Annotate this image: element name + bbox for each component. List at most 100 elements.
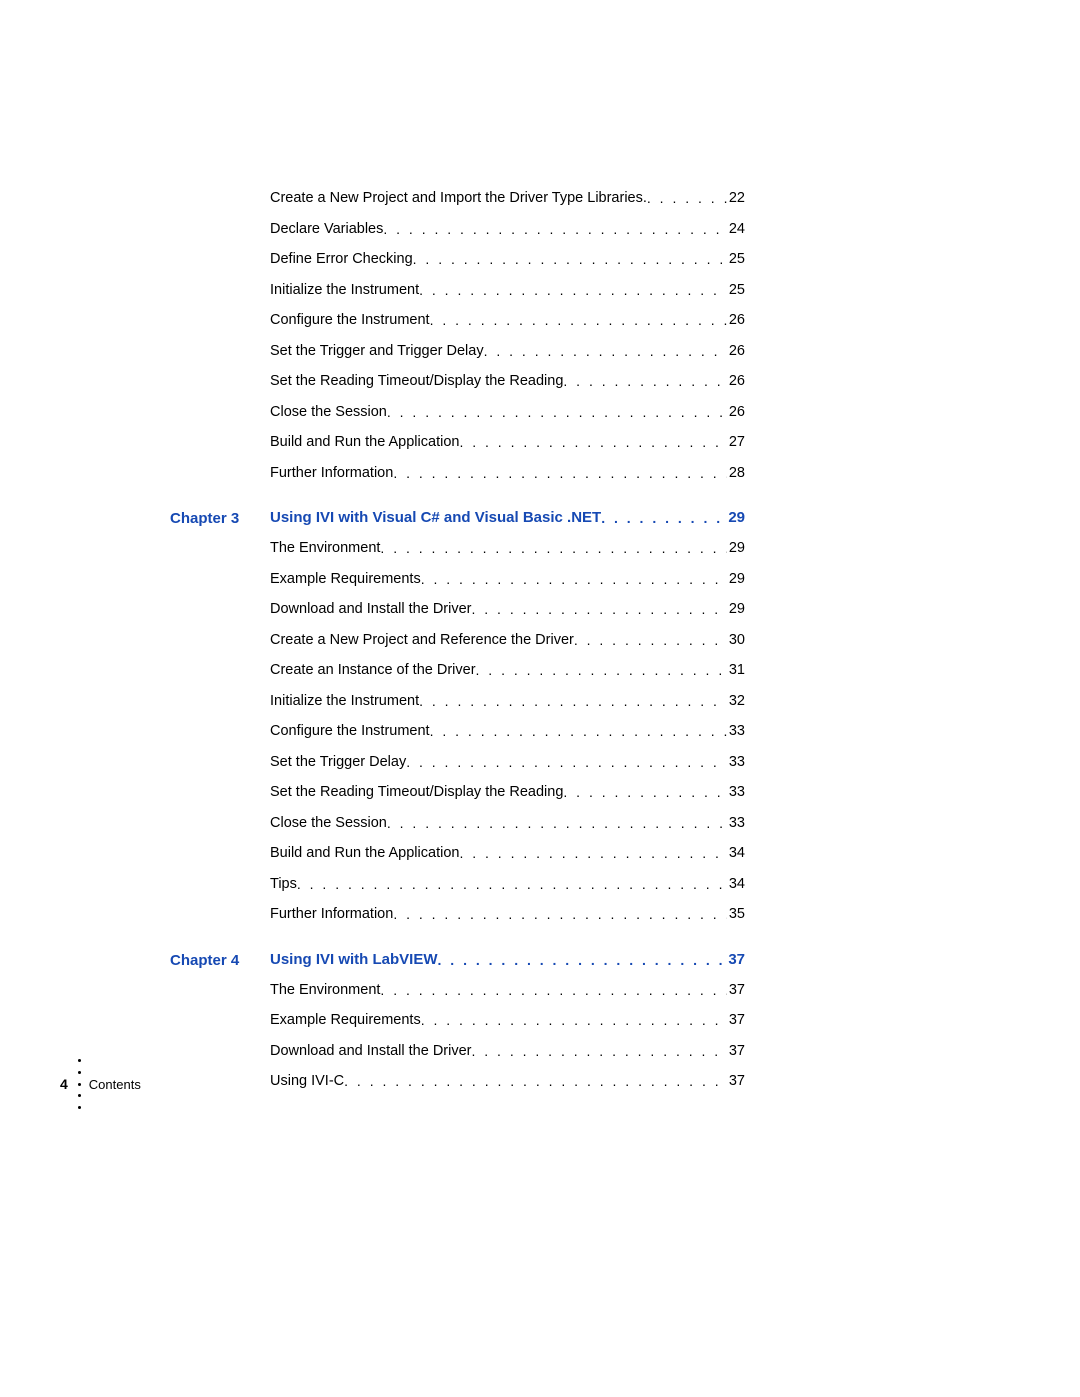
toc-entry-title: Build and Run the Application xyxy=(270,435,459,450)
toc-entry-page: 26 xyxy=(727,313,745,328)
toc-entry[interactable]: Set the Reading Timeout/Display the Read… xyxy=(270,784,745,800)
leader-dots: . . . . . . . . . . . . . . . . . . . . … xyxy=(484,344,727,358)
leader-dots: . . . . . . . . . . . . . . . . . . . . … xyxy=(380,983,726,997)
chapter-title: Using IVI with Visual C# and Visual Basi… xyxy=(270,510,601,525)
leader-dots: . . . . . . . . . . . . . . . . . . . . … xyxy=(574,633,727,647)
toc-entry-page: 26 xyxy=(727,374,745,389)
toc-entry[interactable]: Initialize the Instrument . . . . . . . … xyxy=(270,282,745,298)
toc-entry-page: 29 xyxy=(727,602,745,617)
toc-entry-title: Initialize the Instrument xyxy=(270,283,419,298)
toc-entry-title: Download and Install the Driver xyxy=(270,602,472,617)
leader-dots: . . . . . . . . . . . . . . . . . . . . … xyxy=(472,1044,727,1058)
chapter-page: 37 xyxy=(726,952,745,967)
toc-entry-page: 37 xyxy=(727,1074,745,1089)
toc-entry[interactable]: Set the Reading Timeout/Display the Read… xyxy=(270,373,745,389)
toc-entry-title: Close the Session xyxy=(270,405,387,420)
leader-dots: . . . . . . . . . . . . . . . . . . . . … xyxy=(406,755,727,769)
toc-entry-page: 32 xyxy=(727,694,745,709)
leader-dots: . . . . . . . . . . . . . . . . . . . . … xyxy=(344,1074,727,1088)
toc-entry-title: Close the Session xyxy=(270,816,387,831)
vertical-dots-icon xyxy=(78,1059,81,1109)
toc-entry-title: Create a New Project and Import the Driv… xyxy=(270,191,647,206)
toc-entry-title: Further Information xyxy=(270,907,393,922)
toc-entry-page: 22 xyxy=(727,191,745,206)
footer-label: Contents xyxy=(89,1077,141,1092)
toc-entry[interactable]: Create a New Project and Reference the D… xyxy=(270,632,745,648)
leader-dots: . . . . . . . . . . . . . . . . . . . . … xyxy=(387,816,727,830)
toc-entry-page: 31 xyxy=(727,663,745,678)
toc-entry[interactable]: Create an Instance of the Driver . . . .… xyxy=(270,662,745,678)
toc-entry[interactable]: Configure the Instrument . . . . . . . .… xyxy=(270,723,745,739)
leader-dots: . . . . . . . . . . . . . . . . . . . . … xyxy=(419,283,727,297)
toc-entry[interactable]: Example Requirements . . . . . . . . . .… xyxy=(270,1012,745,1028)
toc-entry[interactable]: Example Requirements . . . . . . . . . .… xyxy=(270,571,745,587)
leader-dots: . . . . . . . . . . . . . . . . . . . . … xyxy=(459,435,726,449)
toc-entry[interactable]: Download and Install the Driver . . . . … xyxy=(270,1043,745,1059)
toc-entry-title: Create an Instance of the Driver xyxy=(270,663,476,678)
leader-dots: . . . . . . . . . . . . . . . . . . . . … xyxy=(383,222,726,236)
leader-dots: . . . . . . . . . . . . . . . . . . . . … xyxy=(601,511,726,525)
toc-entry[interactable]: Close the Session . . . . . . . . . . . … xyxy=(270,404,745,420)
toc-entry[interactable]: Using IVI-C . . . . . . . . . . . . . . … xyxy=(270,1073,745,1089)
toc-entry[interactable]: Set the Trigger and Trigger Delay . . . … xyxy=(270,343,745,359)
toc-entry[interactable]: Further Information . . . . . . . . . . … xyxy=(270,906,745,922)
chapter-heading-row[interactable]: Using IVI with Visual C# and Visual Basi… xyxy=(270,510,745,525)
toc-entry[interactable]: Create a New Project and Import the Driv… xyxy=(270,190,745,206)
toc-entry-title: Example Requirements xyxy=(270,572,421,587)
leader-dots: . . . . . . . . . . . . . . . . . . . . … xyxy=(380,541,726,555)
toc-entry[interactable]: Tips . . . . . . . . . . . . . . . . . .… xyxy=(270,876,745,892)
toc-entry-title: Download and Install the Driver xyxy=(270,1044,472,1059)
chapter-page: 29 xyxy=(726,510,745,525)
toc-entry-title: Configure the Instrument xyxy=(270,313,430,328)
leader-dots: . . . . . . . . . . . . . . . . . . . . … xyxy=(387,405,727,419)
toc-entry-page: 37 xyxy=(727,983,745,998)
toc-entry-title: Set the Trigger and Trigger Delay xyxy=(270,344,484,359)
chapter-heading-row[interactable]: Using IVI with LabVIEW . . . . . . . . .… xyxy=(270,952,745,967)
page-number: 4 xyxy=(60,1076,68,1092)
leader-dots: . . . . . . . . . . . . . . . . . . . . … xyxy=(393,466,727,480)
toc-entry-title: Set the Reading Timeout/Display the Read… xyxy=(270,785,563,800)
toc-entry[interactable]: Define Error Checking . . . . . . . . . … xyxy=(270,251,745,267)
toc-entry-page: 37 xyxy=(727,1013,745,1028)
toc-entry[interactable]: Initialize the Instrument . . . . . . . … xyxy=(270,693,745,709)
toc-entry-title: Initialize the Instrument xyxy=(270,694,419,709)
leader-dots: . . . . . . . . . . . . . . . . . . . . … xyxy=(438,953,727,967)
leader-dots: . . . . . . . . . . . . . . . . . . . . … xyxy=(419,694,727,708)
toc-entry-title: Set the Trigger Delay xyxy=(270,755,406,770)
toc-entry[interactable]: Further Information . . . . . . . . . . … xyxy=(270,465,745,481)
toc-entry[interactable]: Build and Run the Application . . . . . … xyxy=(270,845,745,861)
toc-entry[interactable]: Configure the Instrument . . . . . . . .… xyxy=(270,312,745,328)
toc-entry-page: 30 xyxy=(727,633,745,648)
leader-dots: . . . . . . . . . . . . . . . . . . . . … xyxy=(476,663,727,677)
toc-entry[interactable]: Build and Run the Application . . . . . … xyxy=(270,434,745,450)
toc-entry[interactable]: Set the Trigger Delay . . . . . . . . . … xyxy=(270,754,745,770)
toc-entry-title: Build and Run the Application xyxy=(270,846,459,861)
toc-entry-title: The Environment xyxy=(270,983,380,998)
toc-entry[interactable]: The Environment . . . . . . . . . . . . … xyxy=(270,540,745,556)
leader-dots: . . . . . . . . . . . . . . . . . . . . … xyxy=(421,1013,727,1027)
toc-entry[interactable]: Close the Session . . . . . . . . . . . … xyxy=(270,815,745,831)
toc-entry-page: 25 xyxy=(727,283,745,298)
leader-dots: . . . . . . . . . . . . . . . . . . . . … xyxy=(421,572,727,586)
toc-entry-title: Example Requirements xyxy=(270,1013,421,1028)
toc-entry-page: 28 xyxy=(727,466,745,481)
toc-entry[interactable]: Download and Install the Driver . . . . … xyxy=(270,601,745,617)
chapter-label: Chapter 4 xyxy=(170,952,270,969)
toc-entry[interactable]: Declare Variables . . . . . . . . . . . … xyxy=(270,221,745,237)
toc-entry[interactable]: The Environment . . . . . . . . . . . . … xyxy=(270,982,745,998)
leader-dots: . . . . . . . . . . . . . . . . . . . . … xyxy=(563,374,726,388)
toc-entry-page: 29 xyxy=(727,541,745,556)
toc-entry-page: 24 xyxy=(727,222,745,237)
page-footer: 4 Contents xyxy=(60,1064,141,1104)
leader-dots: . . . . . . . . . . . . . . . . . . . . … xyxy=(459,846,726,860)
toc-entry-title: Further Information xyxy=(270,466,393,481)
toc-entry-page: 33 xyxy=(727,816,745,831)
toc-entry-page: 26 xyxy=(727,344,745,359)
leader-dots: . . . . . . . . . . . . . . . . . . . . … xyxy=(430,724,727,738)
toc-entry-title: Using IVI-C xyxy=(270,1074,344,1089)
toc-entry-title: The Environment xyxy=(270,541,380,556)
toc-entry-title: Tips xyxy=(270,877,297,892)
toc-entry-page: 27 xyxy=(727,435,745,450)
toc-entry-page: 25 xyxy=(727,252,745,267)
leader-dots: . . . . . . . . . . . . . . . . . . . . … xyxy=(563,785,726,799)
